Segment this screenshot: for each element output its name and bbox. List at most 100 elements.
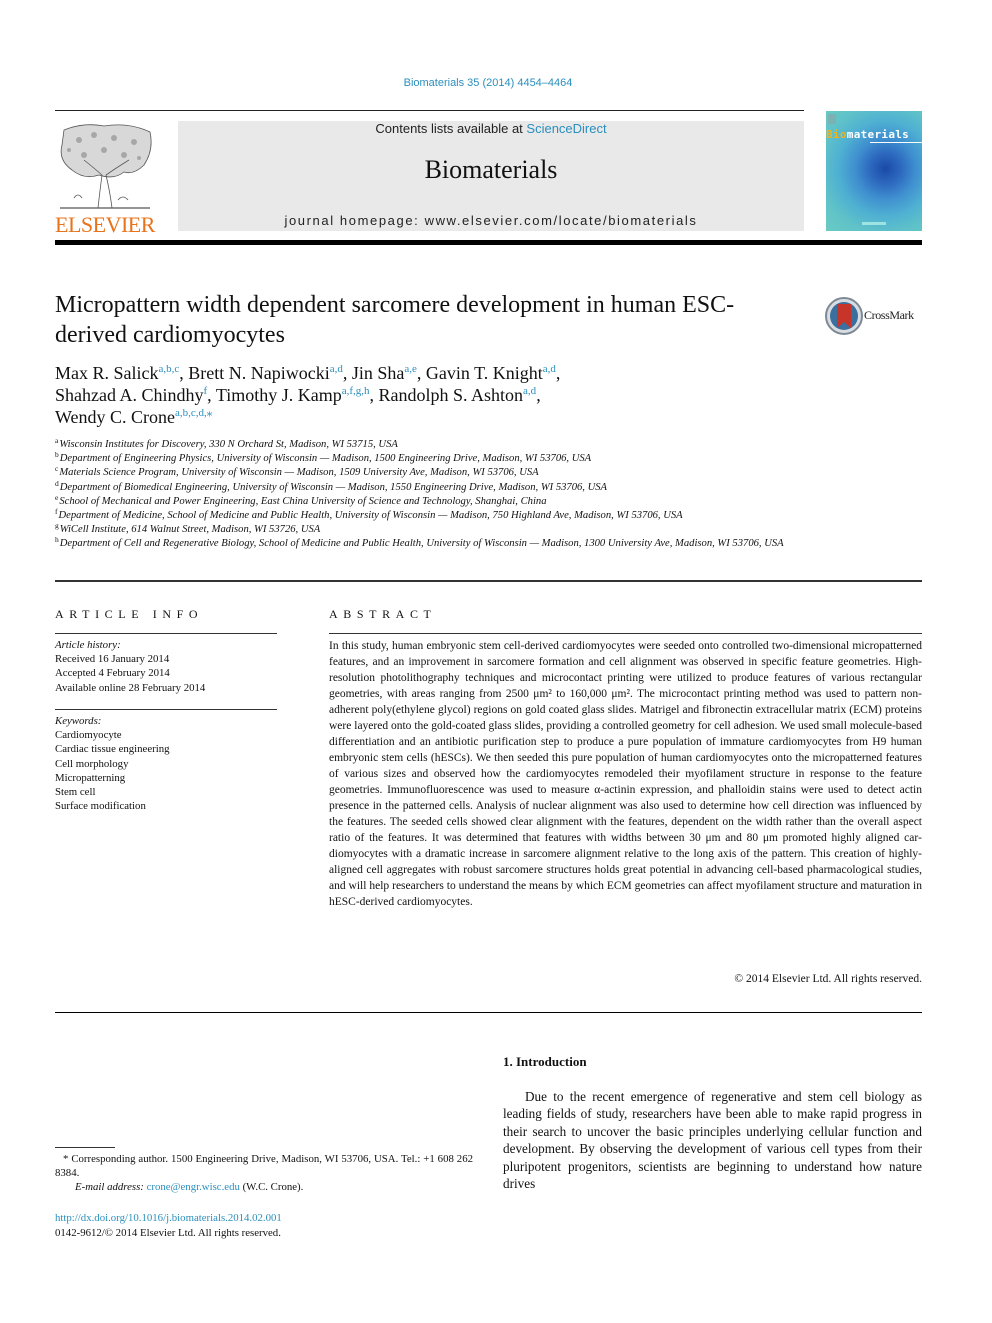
cover-title: Biomaterials xyxy=(826,128,922,141)
abstract-paragraph: In this study, human embryonic stem cell… xyxy=(329,640,922,908)
email-suffix: (W.C. Crone). xyxy=(239,1181,304,1194)
author-name[interactable]: Gavin T. Knight xyxy=(426,363,543,383)
affiliation-key: a xyxy=(55,436,59,445)
author-affiliation-marker[interactable]: a,b,c,d,⁎ xyxy=(175,407,212,419)
affiliation-key: b xyxy=(55,450,59,460)
affiliation-item: eSchool of Mechanical and Power Engineer… xyxy=(55,492,815,509)
email-link[interactable]: crone@engr.wisc.edu xyxy=(147,1181,240,1193)
author-name[interactable]: Timothy J. Kamp xyxy=(216,385,342,405)
abstract-copyright: © 2014 Elsevier Ltd. All rights reserved… xyxy=(734,973,922,985)
author-affiliation-marker[interactable]: a,d xyxy=(543,363,556,375)
author-separator: , xyxy=(369,385,379,405)
keyword: Cardiac tissue engineering xyxy=(55,743,170,756)
elsevier-wordmark: ELSEVIER xyxy=(55,212,155,237)
cover-title-rest: materials xyxy=(846,128,910,141)
doi-link[interactable]: http://dx.doi.org/10.1016/j.biomaterials… xyxy=(55,1211,282,1225)
author-name[interactable]: Wendy C. Crone xyxy=(55,407,175,427)
affiliation-key: g xyxy=(55,521,59,531)
article-info-heading: ARTICLE INFO xyxy=(55,607,204,621)
abstract-heading: ABSTRACT xyxy=(329,607,437,621)
article-title: Micropattern width dependent sarcomere d… xyxy=(55,292,735,348)
affiliation-item: gWiCell Institute, 614 Walnut Street, Ma… xyxy=(55,521,815,537)
keywords-list: Keywords: Cardiomyocyte Cardiac tissue e… xyxy=(55,714,170,813)
author-list: Max R. Salicka,b,c, Brett N. Napiwockia,… xyxy=(55,362,835,428)
sciencedirect-link[interactable]: ScienceDirect xyxy=(526,121,606,136)
keyword: Micropatterning xyxy=(55,771,126,784)
cover-title-accent: Bio xyxy=(826,128,847,141)
affiliation-key: h xyxy=(55,535,59,545)
header-thick-rule xyxy=(55,240,922,245)
article-history: Article history: Received 16 January 201… xyxy=(55,638,205,695)
section-rule xyxy=(55,580,922,582)
issn-copyright: 0142-9612/© 2014 Elsevier Ltd. All right… xyxy=(55,1227,281,1239)
journal-banner: Contents lists available at ScienceDirec… xyxy=(178,121,804,231)
contents-line: Contents lists available at ScienceDirec… xyxy=(178,121,804,136)
affiliation-item: aWisconsin Institutes for Discovery, 330… xyxy=(55,436,815,452)
affiliation-key: c xyxy=(55,464,59,474)
affiliation-item: hDepartment of Cell and Regenerative Bio… xyxy=(55,535,815,551)
keywords-rule xyxy=(55,709,277,710)
contents-prefix: Contents lists available at xyxy=(375,121,527,136)
author-name[interactable]: Randolph S. Ashton xyxy=(379,385,524,405)
keyword: Stem cell xyxy=(55,786,96,799)
author-name[interactable]: Jin Sha xyxy=(352,363,405,383)
author-separator: , xyxy=(207,385,216,405)
affiliation-text: Wisconsin Institutes for Discovery, 330 … xyxy=(59,439,398,450)
keyword: Cell morphology xyxy=(55,757,129,770)
author-affiliation-marker[interactable]: a,e xyxy=(404,363,417,375)
history-received: Received 16 January 2014 xyxy=(55,653,170,666)
keyword: Cardiomyocyte xyxy=(55,729,122,742)
email-label: E-mail address: xyxy=(75,1181,147,1194)
affiliation-list: aWisconsin Institutes for Discovery, 330… xyxy=(55,436,815,552)
cover-footer-mark xyxy=(862,222,886,225)
header-rule xyxy=(55,110,804,111)
abstract-end-rule xyxy=(55,1012,922,1013)
affiliation-key: e xyxy=(55,492,59,502)
author-affiliation-marker[interactable]: a,d xyxy=(330,363,343,375)
affiliation-item: dDepartment of Biomedical Engineering, U… xyxy=(55,478,815,495)
affiliation-text: Materials Science Program, University of… xyxy=(59,467,539,479)
history-accepted: Accepted 4 February 2014 xyxy=(55,667,170,680)
author-separator: , xyxy=(416,363,426,383)
keyword: Surface modification xyxy=(55,800,146,813)
affiliation-text: Department of Biomedical Engineering, Un… xyxy=(59,481,608,493)
article-info-rule xyxy=(55,633,277,634)
introduction-text: Due to the recent emergence of regenerat… xyxy=(503,1089,922,1192)
affiliation-text: School of Mechanical and Power Engineeri… xyxy=(59,495,547,507)
author-separator: , xyxy=(179,363,189,383)
author-affiliation-marker[interactable]: a,b,c xyxy=(159,363,180,375)
crossmark-label[interactable]: CrossMark xyxy=(864,308,914,323)
affiliation-text: WiCell Institute, 614 Walnut Street, Mad… xyxy=(59,524,321,536)
journal-name: Biomaterials xyxy=(424,155,558,184)
article-history-label: Article history: xyxy=(55,639,121,651)
author-separator: , xyxy=(342,363,352,383)
author-affiliation-marker[interactable]: a,f,g,h xyxy=(342,385,370,397)
affiliation-item: cMaterials Science Program, University o… xyxy=(55,464,815,480)
affiliation-text: Department of Cell and Regenerative Biol… xyxy=(59,538,784,550)
author-name[interactable]: Max R. Salick xyxy=(55,363,159,383)
affiliation-key: f xyxy=(55,507,58,517)
journal-homepage-link[interactable]: journal homepage: www.elsevier.com/locat… xyxy=(178,213,804,228)
author-name[interactable]: Shahzad A. Chindhy xyxy=(55,385,204,405)
author-separator: , xyxy=(555,363,561,383)
footnote-rule xyxy=(55,1147,115,1148)
corresponding-author-footnote: * Corresponding author. 1500 Engineering… xyxy=(55,1152,473,1195)
abstract-rule xyxy=(329,633,922,634)
history-online: Available online 28 February 2014 xyxy=(55,681,206,694)
cover-rule xyxy=(870,142,922,143)
abstract-text: In this study, human embryonic stem cell… xyxy=(329,638,922,910)
email-line: E-mail address: crone@engr.wisc.edu (W.C… xyxy=(55,1180,473,1194)
affiliation-item: fDepartment of Medicine, School of Medic… xyxy=(55,507,815,523)
affiliation-item: bDepartment of Engineering Physics, Univ… xyxy=(55,450,815,466)
affiliation-text: Department of Engineering Physics, Unive… xyxy=(59,453,592,465)
affiliation-key: d xyxy=(55,478,59,488)
author-name[interactable]: Brett N. Napiwocki xyxy=(188,363,329,383)
corresponding-author-text: * Corresponding author. 1500 Engineering… xyxy=(55,1153,473,1180)
journal-cover-image: Biomaterials xyxy=(826,111,922,231)
affiliation-text: Department of Medicine, School of Medici… xyxy=(58,510,683,522)
keywords-label: Keywords: xyxy=(55,715,102,727)
author-affiliation-marker[interactable]: a,d xyxy=(523,385,536,397)
author-separator: , xyxy=(536,385,541,405)
journal-citation-link[interactable]: Biomaterials 35 (2014) 4454–4464 xyxy=(0,77,976,89)
cover-publisher-mark xyxy=(828,114,836,124)
